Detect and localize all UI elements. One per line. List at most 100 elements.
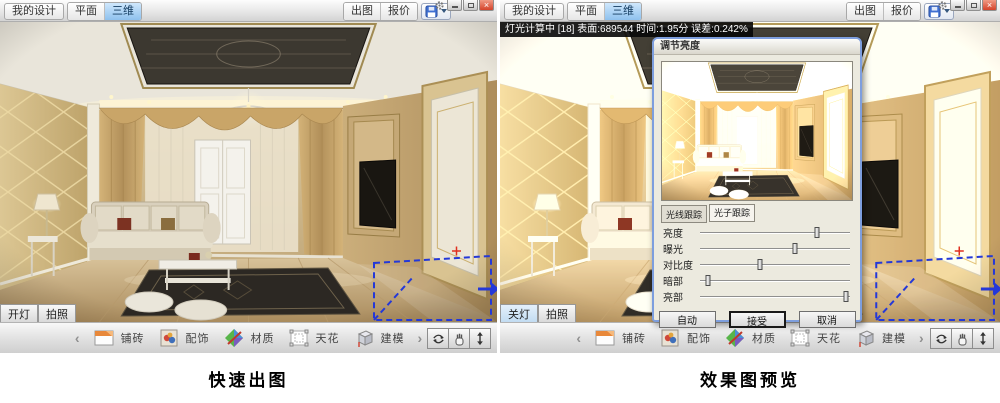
render-output-button-right[interactable]: 出图	[847, 3, 884, 20]
chevron-left-icon[interactable]: ‹	[576, 331, 581, 345]
dialog-preview-image	[661, 61, 853, 201]
close-icon: ×	[484, 1, 489, 10]
render-output-button-left[interactable]: 出图	[344, 3, 381, 20]
viewport-3d-left[interactable]: 开灯 拍照	[0, 22, 497, 322]
lights-on-tab[interactable]: 开灯	[0, 304, 38, 322]
plan-view-tab-right[interactable]: 平面	[568, 3, 605, 20]
exposure-slider[interactable]	[700, 242, 850, 255]
zoom-view-icon[interactable]	[972, 328, 994, 349]
tool-label: 建模	[381, 330, 405, 346]
bottom-toolbar-left: ‹ 铺砖 配饰 材质 天花 建模 ›	[0, 322, 497, 353]
lights-off-tab[interactable]: 关灯	[500, 304, 538, 322]
3d-view-tab-right[interactable]: 三维	[605, 3, 641, 20]
chevron-right-icon[interactable]: ›	[919, 331, 924, 345]
slider-handle[interactable]	[758, 259, 763, 270]
slider-handle[interactable]	[792, 243, 797, 254]
cancel-button[interactable]: 取消	[799, 311, 856, 328]
minimize-button-right[interactable]	[950, 0, 965, 11]
settings-gear-icon[interactable]	[936, 0, 949, 11]
tool-label: 配饰	[687, 330, 711, 346]
model-icon	[353, 328, 375, 348]
tool-label: 材质	[251, 330, 275, 346]
slider-label: 亮度	[663, 225, 700, 240]
quote-button-right[interactable]: 报价	[884, 3, 920, 20]
adjust-brightness-dialog: 调节亮度 光线跟踪 光子跟踪 亮度 曝光 对比度 暗部	[652, 37, 862, 322]
view-mode-segment-right: 平面 三维	[567, 2, 642, 21]
view-mode-segment-left: 平面 三维	[67, 2, 142, 21]
chevron-right-icon[interactable]: ›	[418, 331, 423, 345]
top-toolbar-left: 我的设计 平面 三维 出图 报价 ×	[0, 0, 497, 22]
zoom-view-icon[interactable]	[469, 328, 491, 349]
my-design-button-right[interactable]: 我的设计	[504, 3, 564, 20]
shadows-slider[interactable]	[700, 274, 850, 287]
accept-button[interactable]: 接受	[729, 311, 786, 328]
rotate-view-icon[interactable]	[427, 328, 449, 349]
dialog-buttons: 自动 接受 取消	[654, 311, 860, 328]
tool-material-right[interactable]: 材质	[724, 328, 776, 348]
quote-button-left[interactable]: 报价	[381, 3, 417, 20]
close-button-right[interactable]: ×	[982, 0, 997, 11]
settings-gear-icon[interactable]	[433, 0, 446, 11]
tile-icon	[594, 328, 616, 348]
caption-area-left: 快速出图	[0, 353, 497, 403]
tool-label: 材质	[752, 330, 776, 346]
tool-tile-left[interactable]: 铺砖	[93, 328, 145, 348]
left-app-window: 我的设计 平面 三维 出图 报价 ×	[0, 0, 497, 403]
tool-decor-right[interactable]: 配饰	[659, 328, 711, 348]
pan-hand-icon[interactable]	[448, 328, 470, 349]
highlights-slider[interactable]	[700, 290, 850, 303]
material-icon	[223, 328, 245, 348]
tab-photon-tracing[interactable]: 光子跟踪	[709, 204, 755, 222]
tool-label: 铺砖	[622, 330, 646, 346]
model-icon	[854, 328, 876, 348]
tool-label: 天花	[316, 330, 340, 346]
view-tabs-right: 关灯 拍照	[500, 304, 576, 322]
3d-view-tab-left[interactable]: 三维	[105, 3, 141, 20]
tool-tile-right[interactable]: 铺砖	[594, 328, 646, 348]
close-button-left[interactable]: ×	[479, 0, 494, 11]
snapshot-tab-right[interactable]: 拍照	[538, 304, 576, 322]
view-tabs-left: 开灯 拍照	[0, 304, 76, 322]
dialog-title-bar[interactable]: 调节亮度	[654, 39, 860, 55]
minimize-button-left[interactable]	[447, 0, 462, 11]
slider-row-highlights: 亮部	[663, 288, 850, 304]
slider-row-brightness: 亮度	[663, 224, 850, 240]
output-segment-left: 出图 报价	[343, 2, 418, 21]
tool-material-left[interactable]: 材质	[223, 328, 275, 348]
maximize-button-left[interactable]	[463, 0, 478, 11]
slider-handle[interactable]	[815, 227, 820, 238]
tab-ray-tracing[interactable]: 光线跟踪	[661, 205, 707, 223]
tool-model-left[interactable]: 建模	[353, 328, 405, 348]
ceiling-icon	[789, 328, 811, 348]
output-segment-right: 出图 报价	[846, 2, 921, 21]
maximize-button-right[interactable]	[966, 0, 981, 11]
tool-ceiling-right[interactable]: 天花	[789, 328, 841, 348]
light-calc-status-bar: 灯光计算中 [18] 表面:689544 时间:1.95分 误差:0.242%	[500, 22, 753, 37]
tool-label: 天花	[817, 330, 841, 346]
slider-handle[interactable]	[843, 291, 848, 302]
caption-left: 快速出图	[209, 366, 289, 391]
chevron-left-icon[interactable]: ‹	[75, 331, 80, 345]
tool-decor-left[interactable]: 配饰	[158, 328, 210, 348]
my-design-button-left[interactable]: 我的设计	[4, 3, 64, 20]
caption-right: 效果图预览	[700, 366, 800, 391]
tool-model-right[interactable]: 建模	[854, 328, 906, 348]
plan-view-tab-left[interactable]: 平面	[68, 3, 105, 20]
rotate-view-icon[interactable]	[930, 328, 952, 349]
auto-button[interactable]: 自动	[659, 311, 716, 328]
caption-area-right: 效果图预览	[500, 353, 1000, 403]
screenshot-root: 我的设计 平面 三维 出图 报价 ×	[0, 0, 1000, 403]
snapshot-tab-left[interactable]: 拍照	[38, 304, 76, 322]
tool-ceiling-left[interactable]: 天花	[288, 328, 340, 348]
brightness-slider[interactable]	[700, 226, 850, 239]
slider-handle[interactable]	[705, 275, 710, 286]
dialog-tabs: 光线跟踪 光子跟踪	[661, 205, 860, 223]
slider-row-shadows: 暗部	[663, 272, 850, 288]
nav-buttons-left	[428, 328, 491, 349]
maximize-icon	[468, 3, 474, 8]
nav-buttons-right	[931, 328, 994, 349]
contrast-slider[interactable]	[700, 258, 850, 271]
tool-label: 铺砖	[121, 330, 145, 346]
pan-hand-icon[interactable]	[951, 328, 973, 349]
rendered-room-image-left	[0, 22, 497, 322]
